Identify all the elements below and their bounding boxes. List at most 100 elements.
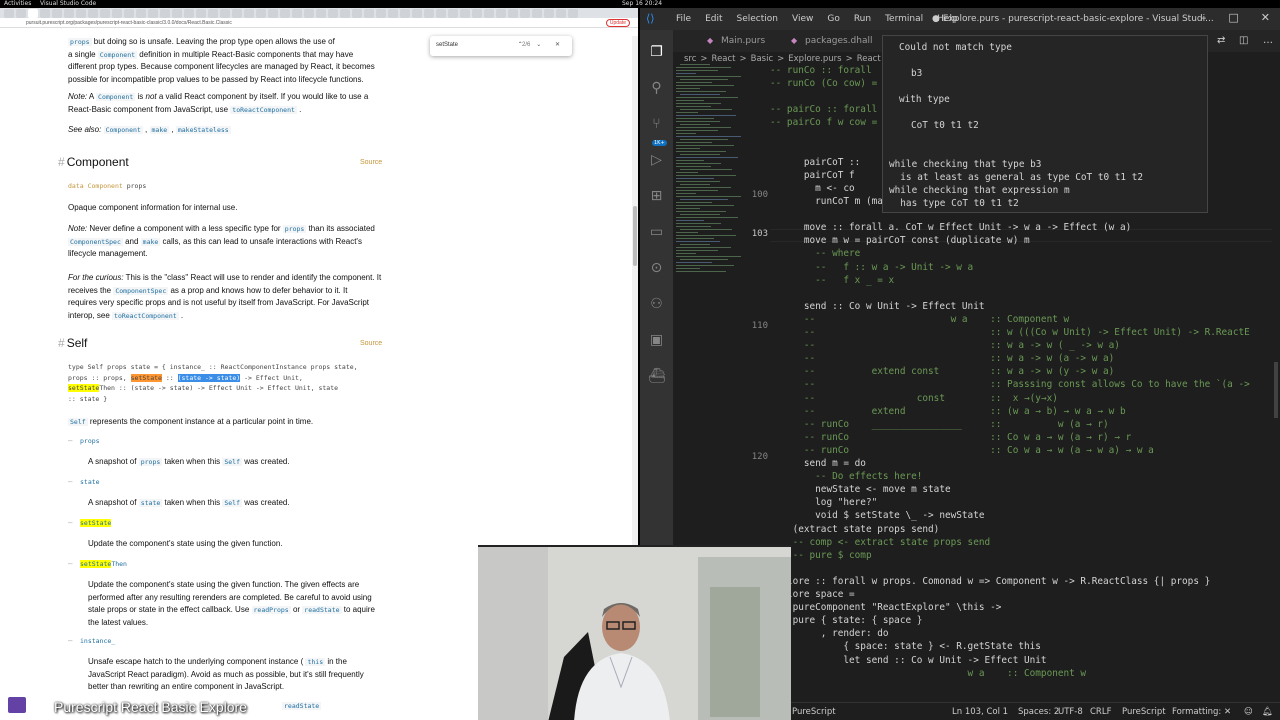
link-readProps[interactable]: readProps [251, 606, 291, 614]
code-line[interactable]: -- :: w a -> w (a -> w a) [770, 352, 1114, 365]
search-icon[interactable]: ⚲ [648, 80, 665, 97]
code-line[interactable]: -- extend const :: w a -> w (y -> w a) [770, 365, 1114, 378]
browser-tab[interactable] [484, 9, 494, 18]
menu-selection[interactable]: Selection [737, 14, 778, 24]
browser-tab[interactable] [304, 9, 314, 18]
browser-tab[interactable] [256, 9, 266, 18]
code-line[interactable]: void $ setState \_ -> newState [770, 509, 984, 522]
browser-tab[interactable] [28, 9, 38, 18]
browser-tab[interactable] [280, 9, 290, 18]
activities-button[interactable]: Activities [4, 0, 31, 8]
browser-tab[interactable] [520, 9, 530, 18]
breadcrumb[interactable]: src > React > Basic > Explore.purs > React [684, 54, 885, 64]
code-line[interactable]: -- extend :: (w a → b) → w a → w b [770, 405, 1126, 418]
code-line[interactable]: explore :: forall w props. Comonad w => … [770, 575, 1210, 588]
source-link-component[interactable]: Source [360, 159, 382, 166]
browser-tab[interactable] [220, 9, 230, 18]
url-text[interactable]: pursuit.purescript.org/packages/purescri… [26, 18, 232, 28]
browser-tab[interactable] [172, 9, 182, 18]
status-indent[interactable]: Spaces: 2 [1018, 707, 1059, 717]
browser-tab[interactable] [352, 9, 362, 18]
browser-tab[interactable] [424, 9, 434, 18]
link-makeStateless[interactable]: makeStateless [175, 126, 231, 134]
code-line[interactable]: -- f x _ = x [770, 274, 894, 287]
preview-icon[interactable]: ▣ [648, 332, 665, 349]
breadcrumb-item[interactable]: React [857, 54, 881, 64]
update-button[interactable]: Update [605, 19, 630, 27]
breadcrumb-item[interactable]: Explore.purs [788, 54, 841, 64]
explorer-icon[interactable]: ❐ [648, 44, 665, 61]
browser-tab[interactable] [460, 9, 470, 18]
browser-tab[interactable] [328, 9, 338, 18]
browser-tab[interactable] [400, 9, 410, 18]
menu-go[interactable]: Go [827, 14, 839, 24]
code-line[interactable]: let send :: Co w Unit -> Effect Unit [770, 654, 1046, 667]
browser-tab[interactable] [196, 9, 206, 18]
code-props[interactable]: props [68, 38, 92, 46]
menu-view[interactable]: View [792, 14, 813, 24]
code-line[interactable]: -- w a :: Component w [770, 313, 1069, 326]
docker-icon[interactable]: ⛴ [648, 368, 666, 385]
browser-tab[interactable] [208, 9, 218, 18]
live-share-icon[interactable]: ⚇ [648, 296, 665, 313]
browser-tab[interactable] [52, 9, 62, 18]
code-line[interactable]: -- comp <- extract state props send [770, 536, 991, 549]
browser-tab[interactable] [364, 9, 374, 18]
source-link-self[interactable]: Source [360, 340, 382, 347]
extensions-icon[interactable]: ⊞ [648, 188, 665, 205]
browser-tab[interactable] [496, 9, 506, 18]
close-icon[interactable]: ✕ [1261, 11, 1270, 24]
run-debug-icon[interactable]: ▷ [648, 152, 665, 169]
code-line[interactable]: move m w = pairCoT const (duplicate w) m [770, 234, 1030, 247]
status-eol[interactable]: CRLF [1090, 707, 1111, 717]
git-compare-icon[interactable]: ⇄ [1217, 35, 1225, 46]
status-language[interactable]: PureScript [1122, 707, 1166, 717]
browser-tab[interactable] [40, 9, 50, 18]
minimize-icon[interactable]: – [1201, 11, 1207, 24]
link-readState[interactable]: readState [302, 606, 342, 614]
code-line[interactable]: -- runCo :: Co w a → w (a → r) → r [770, 431, 1131, 444]
browser-tab[interactable] [16, 9, 26, 18]
link-make[interactable]: make [149, 126, 170, 134]
more-actions-icon[interactable]: … [1263, 35, 1273, 46]
browser-tab[interactable] [136, 9, 146, 18]
browser-tab[interactable] [244, 9, 254, 18]
browser-tab[interactable] [556, 9, 566, 18]
code-line[interactable]: -- const :: x →(y→x) [770, 392, 1058, 405]
status-formatting[interactable]: Formatting: ✕ [1172, 707, 1231, 717]
code-line[interactable]: -- :: w (((Co w Unit) -> Effect Unit) ->… [770, 326, 1250, 339]
split-editor-icon[interactable]: ◫ [1239, 35, 1248, 46]
browser-tab[interactable] [268, 9, 278, 18]
code-line[interactable]: -- f :: w a -> Unit -> w a [770, 261, 973, 274]
code-line[interactable]: w a :: Component w [770, 667, 1087, 680]
code-line[interactable]: -- :: w a -> w ( _ -> w a) [770, 339, 1120, 352]
active-app-label[interactable]: Visual Studio Code [40, 0, 96, 8]
code-line[interactable]: -- runCo :: forall [770, 64, 872, 77]
breadcrumb-item[interactable]: src [684, 54, 696, 64]
find-input[interactable]: setState [436, 42, 458, 48]
browser-tab[interactable] [568, 9, 578, 18]
code-line[interactable]: send m = do [770, 457, 866, 470]
source-control-icon[interactable]: ⑂ [648, 116, 665, 133]
code-line[interactable]: -- pairCo :: forall [770, 103, 877, 116]
code-line[interactable]: -- Do effects here! [770, 470, 922, 483]
link-readState-2[interactable]: readState [282, 702, 322, 710]
find-nav-buttons[interactable]: ⌃ ⌄ ✕ [518, 41, 566, 48]
browser-tab[interactable] [76, 9, 86, 18]
link-toReactComponent-2[interactable]: toReactComponent [112, 311, 179, 320]
browser-tab[interactable] [88, 9, 98, 18]
menu-file[interactable]: File [676, 14, 691, 24]
browser-tab[interactable] [376, 9, 386, 18]
feedback-icon[interactable]: ☺ [1244, 707, 1253, 717]
editor-scrollbar[interactable] [1272, 64, 1280, 702]
browser-tab[interactable] [64, 9, 74, 18]
link-toReactComponent[interactable]: toReactComponent [230, 105, 297, 114]
remote-explorer-icon[interactable]: ▭ [648, 224, 665, 241]
browser-tab-strip[interactable] [0, 8, 638, 18]
status-encoding[interactable]: UTF-8 [1058, 707, 1083, 717]
code-line[interactable]: -- runCo ________________ :: w (a → r) [770, 418, 1109, 431]
browser-tab[interactable] [112, 9, 122, 18]
code-component[interactable]: Component [97, 50, 138, 59]
browser-tab[interactable] [184, 9, 194, 18]
breadcrumb-item[interactable]: React [712, 54, 736, 64]
